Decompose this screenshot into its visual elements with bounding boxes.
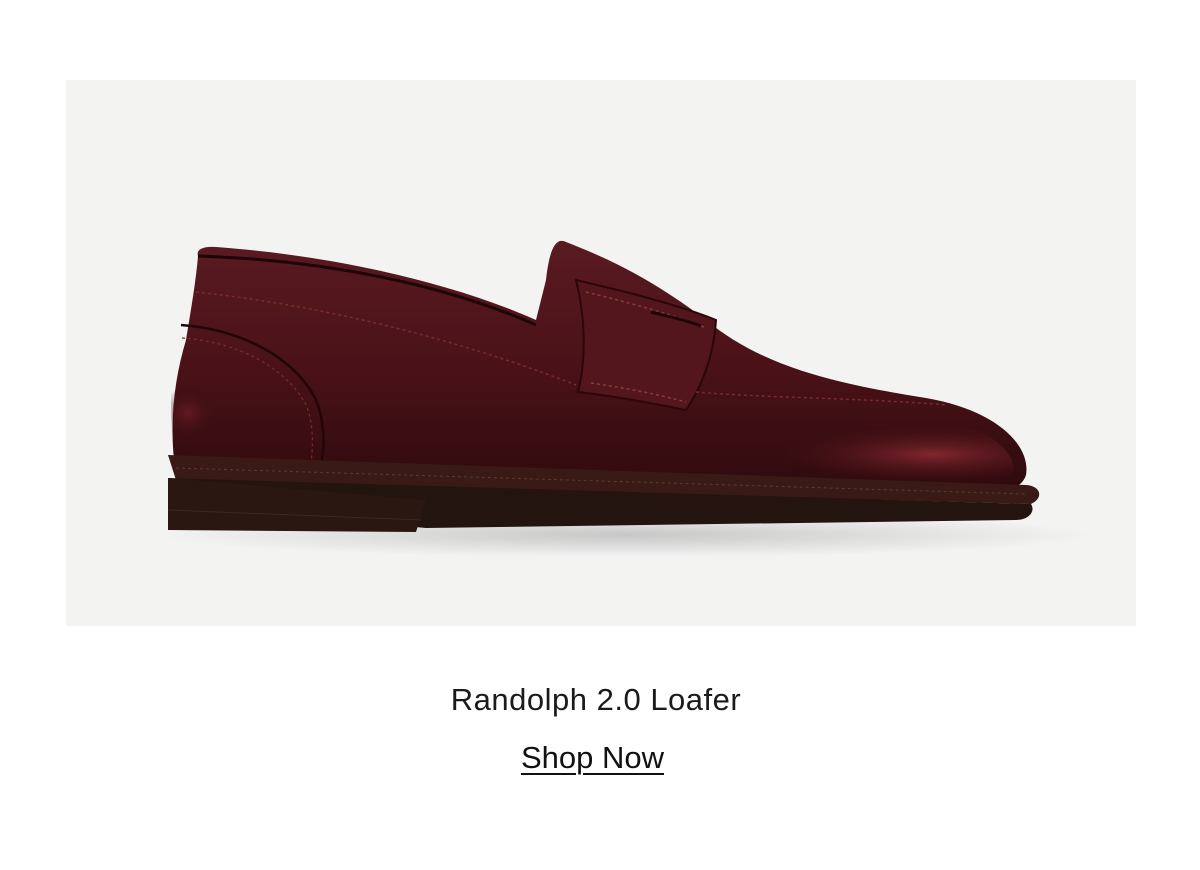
loafer-image bbox=[156, 240, 1096, 557]
product-name: Randolph 2.0 Loafer bbox=[450, 682, 742, 717]
shop-now-container: Shop Now bbox=[0, 738, 1185, 778]
product-card: Randolph 2.0 Loafer Shop Now bbox=[0, 0, 1200, 870]
shop-now-link[interactable]: Shop Now bbox=[521, 740, 664, 775]
product-image-link[interactable] bbox=[66, 80, 1136, 626]
